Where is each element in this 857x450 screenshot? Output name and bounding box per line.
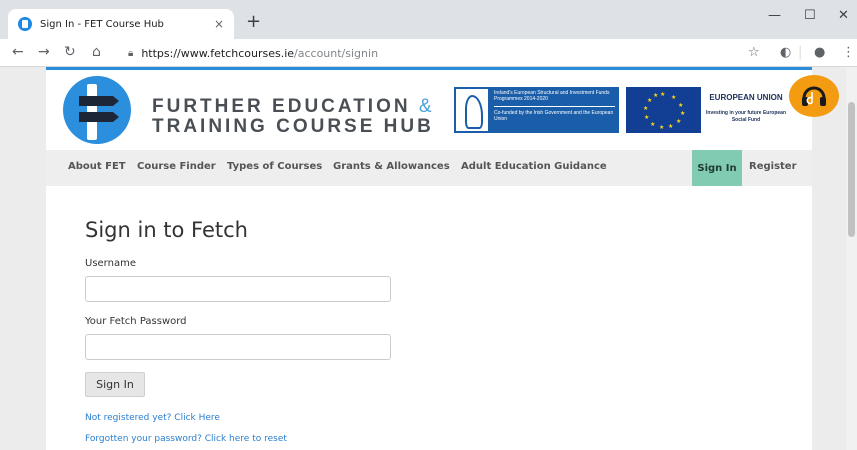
forward-arrow-icon[interactable]: → <box>38 44 50 60</box>
main-nav: About FET Course Finder Types of Courses… <box>46 150 812 186</box>
minimize-button[interactable]: — <box>768 8 781 23</box>
sign-in-button[interactable]: Sign In <box>85 372 145 397</box>
address-bar[interactable]: 🔒︎ https://www.fetchcourses.ie /account/… <box>122 42 772 64</box>
profile-icon[interactable]: ● <box>814 45 825 60</box>
eu-text-block: EUROPEAN UNION Investing in your future … <box>706 93 786 124</box>
esif-text-1: Ireland's European Structural and Invest… <box>494 90 610 102</box>
forgot-password-link[interactable]: Forgotten your password? Click here to r… <box>85 434 287 444</box>
site-container: FURTHER EDUCATION & TRAINING COURSE HUB … <box>46 70 812 450</box>
nav-course-finder[interactable]: Course Finder <box>137 161 216 172</box>
reload-icon[interactable]: ↻ <box>64 44 76 60</box>
back-arrow-icon[interactable]: ← <box>12 44 24 60</box>
register-link[interactable]: Not registered yet? Click Here <box>85 413 220 423</box>
scrollbar-thumb[interactable] <box>848 102 855 237</box>
url-path: /account/signin <box>294 46 379 60</box>
nav-grants-allowances[interactable]: Grants & Allowances <box>333 161 450 172</box>
eu-subtitle: Investing in your future European Social… <box>706 110 787 123</box>
site-favicon-icon <box>18 17 32 31</box>
browser-tab[interactable]: Sign In - FET Course Hub × <box>8 9 234 39</box>
password-label: Your Fetch Password <box>85 316 187 327</box>
nav-types-of-courses[interactable]: Types of Courses <box>227 161 322 172</box>
password-input[interactable] <box>85 334 391 360</box>
harp-icon <box>454 87 490 133</box>
extension-icon[interactable]: ◐ <box>780 45 791 60</box>
page-scrollbar[interactable] <box>846 67 857 450</box>
menu-kebab-icon[interactable]: ⋮ <box>842 45 855 60</box>
eu-title: EUROPEAN UNION <box>709 93 783 102</box>
nav-about-fet[interactable]: About FET <box>68 161 126 172</box>
fet-logo-icon[interactable] <box>63 76 131 144</box>
close-window-button[interactable]: ✕ <box>838 8 849 23</box>
eu-flag-icon: ★ ★ ★ ★ ★ ★ ★ ★ ★ ★ ★ ★ <box>626 87 701 133</box>
tab-title: Sign In - FET Course Hub <box>40 18 164 30</box>
site-header: FURTHER EDUCATION & TRAINING COURSE HUB … <box>46 70 812 150</box>
maximize-button[interactable]: ☐ <box>804 8 816 23</box>
logo-text-line2[interactable]: TRAINING COURSE HUB <box>152 116 434 138</box>
nav-sign-in[interactable]: Sign In <box>692 150 742 186</box>
page-title: Sign in to Fetch <box>85 218 248 242</box>
esif-logo: Ireland's European Structural and Invest… <box>454 87 619 133</box>
logo-text-line1[interactable]: FURTHER EDUCATION & <box>152 96 435 118</box>
tab-strip: Sign In - FET Course Hub × + — ☐ ✕ <box>0 0 857 39</box>
username-input[interactable] <box>85 276 391 302</box>
headphones-icon <box>802 86 826 106</box>
esif-text-2: Co-funded by the Irish Government and th… <box>494 110 614 122</box>
toolbar-divider: | <box>798 45 803 60</box>
bookmark-star-icon[interactable]: ☆ <box>748 45 760 60</box>
page-viewport: FURTHER EDUCATION & TRAINING COURSE HUB … <box>0 67 857 450</box>
url-host: https://www.fetchcourses.ie <box>141 46 295 60</box>
tab-close-icon[interactable]: × <box>214 17 224 31</box>
home-icon[interactable]: ⌂ <box>92 44 101 60</box>
browser-toolbar: ← → ↻ ⌂ 🔒︎ https://www.fetchcourses.ie /… <box>0 39 857 67</box>
new-tab-button[interactable]: + <box>246 13 261 31</box>
headphones-extension-badge[interactable] <box>789 75 839 117</box>
nav-adult-education-guidance[interactable]: Adult Education Guidance <box>461 161 607 172</box>
username-label: Username <box>85 258 136 269</box>
lock-icon: 🔒︎ <box>128 47 134 59</box>
nav-register[interactable]: Register <box>749 161 797 172</box>
